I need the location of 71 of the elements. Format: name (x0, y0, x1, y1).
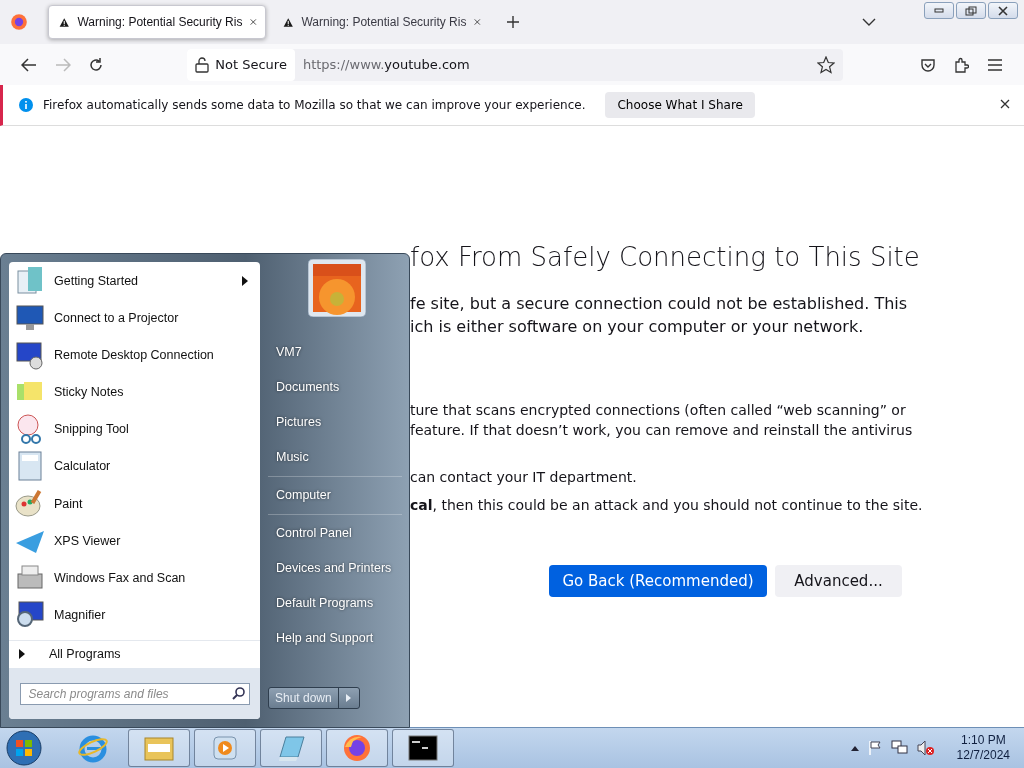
minimize-button[interactable] (924, 2, 954, 19)
start-menu-link[interactable]: Computer (268, 476, 402, 512)
error-text: cal, then this could be an attack and you should not continue to the site. (410, 496, 924, 515)
advanced-button[interactable]: Advanced... (775, 565, 902, 597)
program-item[interactable]: Sticky Notes (9, 373, 260, 411)
minimize-icon (934, 7, 944, 14)
start-menu-link[interactable]: Pictures (268, 404, 402, 439)
restore-icon (965, 5, 977, 16)
start-menu-link[interactable]: Default Programs (268, 585, 402, 620)
info-icon (19, 98, 33, 112)
start-menu-link[interactable]: Music (268, 439, 402, 474)
close-button[interactable] (988, 2, 1018, 19)
network-icon[interactable] (890, 740, 909, 756)
program-item[interactable]: Magnifier (9, 596, 260, 634)
triangle-right-icon (19, 649, 25, 660)
security-indicator[interactable]: Not Secure (187, 48, 295, 81)
unlocked-padlock-icon (195, 56, 210, 73)
start-menu-link[interactable]: Documents (268, 369, 402, 404)
program-item[interactable]: Windows Fax and Scan (9, 559, 260, 597)
forward-arrow-icon (54, 57, 71, 72)
program-item[interactable]: Snipping Tool (9, 410, 260, 448)
program-item[interactable]: Connect to a Projector (9, 299, 260, 337)
program-item[interactable]: Paint (9, 485, 260, 523)
clock-time[interactable]: 1:10 PM (960, 733, 1006, 748)
submenu-arrow-icon (242, 275, 248, 286)
error-text: ich is either software on your computer or your network. (410, 316, 865, 338)
error-text: can contact your IT department. (410, 468, 638, 487)
url-text: https://www.youtube.com (302, 57, 470, 72)
clock-date[interactable]: 12/7/2024 (956, 748, 1010, 763)
firefox-icon[interactable] (10, 13, 28, 31)
taskbar-button[interactable] (392, 729, 454, 767)
firefox-icon[interactable] (342, 733, 372, 763)
search-icon (231, 687, 245, 701)
error-text: feature. If that doesn’t work, you can remove and reinstall the antivirus (410, 421, 914, 440)
start-menu-link[interactable]: VM7 (268, 334, 402, 369)
chevron-down-icon[interactable] (862, 17, 876, 27)
start-menu-link[interactable]: Help and Support (268, 620, 402, 655)
back-arrow-icon (20, 57, 37, 72)
browser-tab[interactable]: Warning: Potential Security Ris (48, 5, 266, 39)
command-prompt-icon[interactable] (408, 735, 438, 761)
menu-icon (988, 58, 1003, 71)
notification-message: Firefox automatically sends some data to Mozilla so that we can improve your experience. (43, 98, 586, 112)
program-item[interactable]: Remote Desktop Connection (9, 336, 260, 374)
error-text: ture that scans encrypted connections (often called “web scanning” or (410, 401, 907, 420)
plus-icon[interactable] (506, 15, 520, 29)
program-item[interactable]: XPS Viewer (9, 522, 260, 560)
program-item[interactable]: Getting Started (9, 262, 260, 300)
triangle-right-icon (346, 694, 352, 702)
caret-up-icon[interactable] (850, 745, 859, 751)
notepad-icon[interactable] (276, 733, 306, 763)
start-menu-link[interactable]: Devices and Printers (268, 550, 402, 585)
program-item[interactable]: Calculator (9, 447, 260, 486)
search-field[interactable]: Search programs and files (19, 682, 250, 705)
error-heading: fox From Safely Connecting to This Site (410, 242, 921, 272)
muted-speaker-icon[interactable] (916, 740, 935, 756)
browser-tab[interactable]: Warning: Potential Security Ris (272, 5, 490, 39)
close-icon[interactable] (1000, 99, 1010, 109)
go-back-button[interactable]: Go Back (Recommended) (549, 565, 767, 597)
restore-button[interactable] (956, 2, 986, 19)
choose-what-i-share-button[interactable]: Choose What I Share (605, 92, 755, 118)
pocket-icon (919, 56, 936, 73)
start-orb-icon[interactable] (4, 730, 44, 766)
star-icon[interactable] (816, 55, 835, 74)
security-label: Not Secure (215, 57, 287, 72)
start-menu-link[interactable]: Control Panel (268, 514, 402, 550)
close-icon (998, 5, 1008, 16)
flag-icon[interactable] (866, 740, 883, 756)
reload-icon (88, 56, 105, 73)
error-text: fe site, but a secure connection could not be established. This (410, 293, 909, 315)
address-bar[interactable]: Not Secure https://www.youtube.com (187, 48, 843, 81)
puzzle-icon (953, 56, 970, 73)
